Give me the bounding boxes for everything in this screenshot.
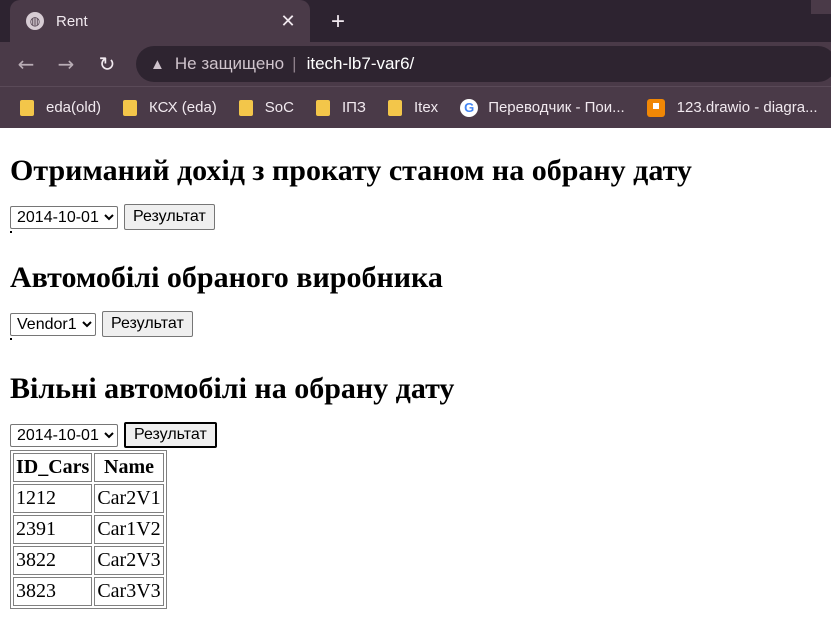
free-cars-date-select[interactable]: 2014-10-01 [10,423,118,447]
new-tab-button[interactable]: + [324,8,352,36]
bookmark-label: КСХ (eda) [149,99,217,116]
cell-name: Car1V2 [94,515,164,544]
free-cars-table: ID_Cars Name 1212 Car2V1 2391 Car1V2 382… [10,450,167,609]
cell-name: Car3V3 [94,577,164,606]
bookmark-ipz[interactable]: ІПЗ [315,99,366,116]
income-date-select[interactable]: 2014-10-01 [10,205,118,229]
cell-id: 3822 [13,546,93,575]
bookmark-label: Переводчик - Пои... [488,99,625,116]
vendor-submit-button[interactable]: Результат [102,311,193,337]
browser-toolbar: ← → ↻ ▲ Не защищено | itech-lb7-var6/ [0,42,831,86]
vendor-heading: Автомобілі обраного виробника [10,261,443,294]
free-cars-heading: Вільні автомобілі на обрану дату [10,372,455,405]
empty-result-marker [10,338,12,340]
address-separator: | [292,54,297,73]
warning-icon[interactable]: ▲ [150,56,165,73]
column-header-id: ID_Cars [13,453,93,482]
bookmark-label: eda(old) [46,99,102,116]
folder-icon [20,99,34,116]
bookmark-label: ІПЗ [341,99,366,116]
reload-icon[interactable]: ↻ [95,52,119,76]
bookmark-label: Itex [414,99,439,116]
bookmarks-bar: eda(old) КСХ (eda) SoC ІПЗ Itex G Перево… [0,86,831,128]
table-row: 3823 Car3V3 [13,577,164,606]
security-label[interactable]: Не защищено [175,54,284,74]
page-content: Отриманий дохід з прокату станом на обра… [0,154,831,609]
vendor-select[interactable]: Vendor1 [10,312,96,336]
column-header-name: Name [94,453,164,482]
bookmark-eda-old[interactable]: eda(old) [20,99,101,116]
browser-chrome: ◍ Rent ✕ + ← → ↻ ▲ Не защищено | itech-l… [0,0,831,128]
vendor-form: Vendor1 Результат [10,311,821,337]
address-bar[interactable]: ▲ Не защищено | itech-lb7-var6/ [136,46,831,82]
google-translate-icon: G [460,98,479,117]
income-form: 2014-10-01 Результат [10,204,821,230]
bookmark-translator[interactable]: G Переводчик - Пои... [460,98,625,117]
tab-rent[interactable]: ◍ Rent ✕ [10,0,310,42]
close-icon[interactable]: ✕ [278,11,298,31]
window-corner [811,0,831,14]
cell-name: Car2V1 [94,484,164,513]
income-submit-button[interactable]: Результат [124,204,215,230]
folder-icon [388,99,402,116]
forward-icon[interactable]: → [54,52,78,76]
back-icon[interactable]: ← [14,52,38,76]
folder-icon [315,99,330,116]
table-row: 2391 Car1V2 [13,515,164,544]
cell-id: 3823 [13,577,93,606]
table-header-row: ID_Cars Name [13,453,164,482]
bookmark-label: SoC [264,99,294,116]
url-text[interactable]: itech-lb7-var6/ [307,54,415,74]
free-cars-form: 2014-10-01 Результат [10,422,821,448]
table-row: 3822 Car2V3 [13,546,164,575]
free-cars-submit-button[interactable]: Результат [124,422,217,448]
income-heading: Отриманий дохід з прокату станом на обра… [10,154,692,187]
bookmark-drawio[interactable]: 123.drawio - diagra... [646,98,818,117]
drawio-icon [646,98,665,117]
folder-icon [238,99,253,116]
tab-strip: ◍ Rent ✕ + [0,0,831,42]
globe-icon: ◍ [26,12,44,30]
bookmark-soc[interactable]: SoC [238,99,294,116]
folder-icon [123,99,138,116]
bookmark-ksh-eda[interactable]: КСХ (eda) [123,99,217,116]
bookmark-label: 123.drawio - diagra... [676,99,818,116]
tab-title: Rent [56,12,88,30]
bookmark-itex[interactable]: Itex [388,99,438,116]
empty-result-marker [10,231,12,233]
cell-id: 1212 [13,484,93,513]
cell-id: 2391 [13,515,93,544]
cell-name: Car2V3 [94,546,164,575]
table-row: 1212 Car2V1 [13,484,164,513]
